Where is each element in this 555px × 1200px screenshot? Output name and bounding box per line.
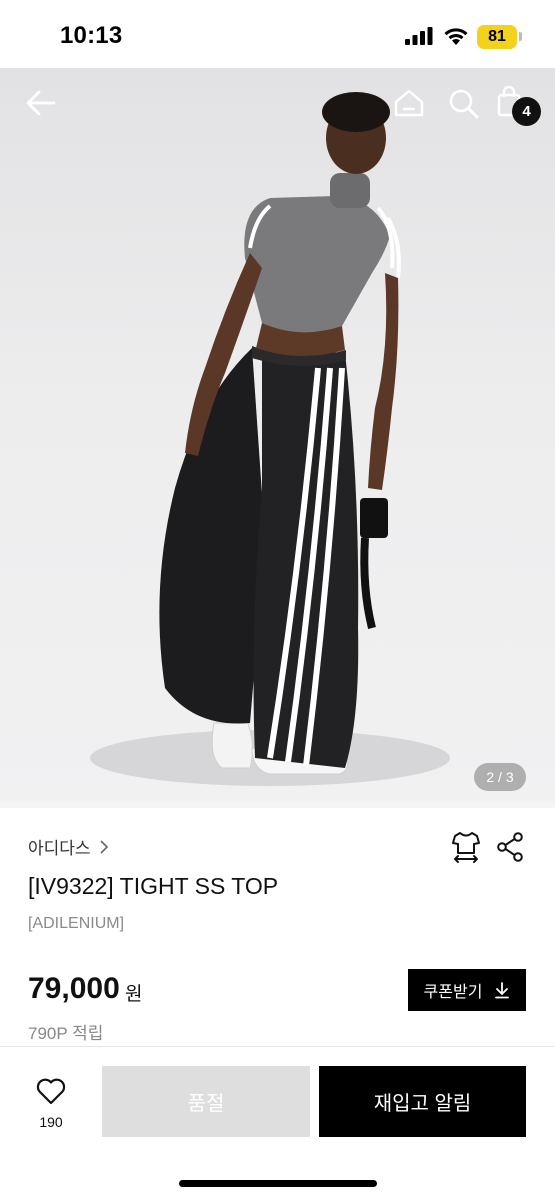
price-currency: 원: [125, 984, 143, 1005]
gallery-bottom-strip: [0, 802, 555, 808]
heart-icon: [36, 1078, 66, 1105]
gallery-page-indicator: 2 / 3: [474, 763, 526, 791]
size-guide-icon[interactable]: [451, 830, 481, 864]
product-photo: [90, 92, 450, 786]
status-bar: 10:13 81: [0, 0, 555, 68]
battery-indicator: 81: [477, 25, 517, 49]
home-indicator: [179, 1180, 377, 1187]
battery-cap: [519, 32, 522, 41]
home-icon[interactable]: [393, 88, 425, 118]
status-time: 10:13: [60, 22, 123, 49]
like-button[interactable]: 190: [30, 1078, 72, 1130]
restock-alert-button[interactable]: 재입고 알림: [319, 1066, 526, 1137]
brand-link[interactable]: 아디다스: [28, 834, 109, 859]
cart-count-badge: 4: [512, 97, 541, 126]
brand-name: 아디다스: [28, 839, 91, 858]
soldout-button: 품절: [102, 1066, 310, 1137]
like-count: 190: [39, 1114, 63, 1130]
product-image-gallery[interactable]: 4 2 / 3: [0, 68, 555, 808]
reward-points: 790P 적립: [28, 1024, 104, 1043]
coupon-label: 쿠폰받기: [423, 984, 483, 1001]
back-arrow-icon[interactable]: [24, 88, 58, 118]
product-price: 79,000: [28, 972, 120, 1005]
chevron-right-icon: [99, 839, 108, 854]
cellular-signal-icon: [405, 27, 433, 45]
search-icon[interactable]: [448, 88, 480, 120]
product-collection: [ADILENIUM]: [28, 915, 125, 932]
share-icon[interactable]: [496, 832, 524, 862]
bottom-divider: [0, 1046, 555, 1047]
coupon-download-button[interactable]: 쿠폰받기: [408, 969, 526, 1011]
wifi-icon: [444, 28, 468, 45]
product-title: [IV9322] TIGHT SS TOP: [28, 873, 279, 899]
download-icon: [495, 982, 510, 999]
